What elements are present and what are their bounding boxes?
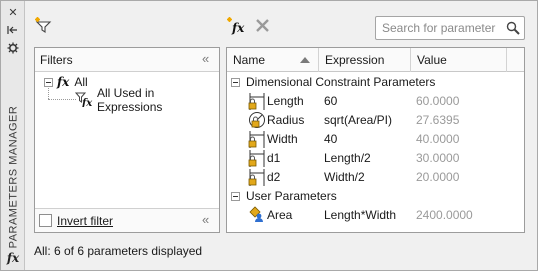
collapse-node-icon[interactable] bbox=[44, 77, 53, 87]
new-user-parameter-icon[interactable]: fx bbox=[226, 16, 246, 36]
parameter-name[interactable]: d2 bbox=[267, 170, 280, 184]
parameter-expression[interactable]: Width/2 bbox=[324, 170, 365, 184]
linear-dimension-lock-icon bbox=[247, 92, 267, 111]
column-header-value[interactable]: Value bbox=[411, 48, 507, 72]
filters-footer: Invert filter « bbox=[35, 208, 219, 232]
parameter-row[interactable]: Length 60 60.0000 bbox=[227, 92, 524, 111]
parameter-row[interactable]: Width 40 40.0000 bbox=[227, 130, 524, 149]
parameter-row[interactable]: d2 Width/2 20.0000 bbox=[227, 168, 524, 187]
filter-fx-icon: fx bbox=[74, 91, 93, 110]
parameter-name[interactable]: Length bbox=[267, 94, 304, 108]
parameter-expression[interactable]: sqrt(Area/PI) bbox=[324, 113, 392, 127]
invert-filter-checkbox[interactable] bbox=[39, 214, 52, 227]
tree-connector bbox=[48, 99, 76, 100]
parameter-row[interactable]: Area Length*Width 2400.0000 bbox=[227, 206, 524, 225]
parameter-expression[interactable]: 40 bbox=[324, 132, 337, 146]
palette-title-strip: ✕ PARAMETERS MANAGER fx bbox=[1, 1, 25, 270]
parameter-value: 60.0000 bbox=[416, 94, 460, 108]
parameter-name[interactable]: d1 bbox=[267, 151, 280, 165]
parameter-expression[interactable]: Length/2 bbox=[324, 151, 371, 165]
svg-text:fx: fx bbox=[81, 98, 93, 107]
filters-title: Filters bbox=[40, 53, 73, 67]
linear-dimension-lock-icon bbox=[247, 130, 267, 149]
filters-header: Filters « bbox=[35, 48, 219, 72]
filter-label: All bbox=[74, 75, 88, 89]
parameter-expression[interactable]: Length*Width bbox=[324, 208, 396, 222]
column-header-expression[interactable]: Expression bbox=[319, 48, 411, 72]
filter-label: All Used in Expressions bbox=[97, 86, 163, 114]
status-text: All: 6 of 6 parameters displayed bbox=[34, 244, 203, 258]
parameter-value: 20.0000 bbox=[416, 170, 460, 184]
invert-filter-label[interactable]: Invert filter bbox=[57, 214, 113, 228]
radial-dimension-lock-icon bbox=[247, 111, 267, 130]
palette-title: PARAMETERS MANAGER bbox=[4, 106, 22, 249]
sort-ascending-icon bbox=[300, 57, 310, 63]
filters-panel: Filters « fx All fx All Used in Expressi… bbox=[34, 47, 220, 233]
parameter-expression[interactable]: 60 bbox=[324, 94, 337, 108]
close-icon[interactable]: ✕ bbox=[5, 5, 21, 19]
collapse-group-icon[interactable] bbox=[231, 77, 240, 87]
fx-icon: fx bbox=[57, 75, 70, 89]
svg-text:fx: fx bbox=[231, 21, 245, 35]
parameter-row[interactable]: d1 Length/2 30.0000 bbox=[227, 149, 524, 168]
grid-header: Name Expression Value bbox=[227, 48, 524, 72]
collapse-group-icon[interactable] bbox=[231, 191, 240, 201]
search-icon[interactable] bbox=[506, 21, 520, 35]
fx-icon: fx bbox=[6, 251, 20, 265]
parameter-name[interactable]: Area bbox=[267, 208, 292, 222]
group-row-user-parameters[interactable]: User Parameters bbox=[227, 187, 524, 205]
delete-icon[interactable] bbox=[253, 16, 273, 36]
auto-hide-icon[interactable] bbox=[5, 23, 21, 37]
parameter-value: 40.0000 bbox=[416, 132, 460, 146]
search-input[interactable] bbox=[380, 19, 500, 37]
linear-dimension-lock-icon bbox=[247, 168, 267, 187]
collapse-filters-icon[interactable]: « bbox=[202, 52, 214, 66]
column-header-name[interactable]: Name bbox=[227, 48, 319, 72]
parameter-value: 30.0000 bbox=[416, 151, 460, 165]
parameter-row[interactable]: Radius sqrt(Area/PI) 27.6395 bbox=[227, 111, 524, 130]
new-filter-icon[interactable] bbox=[34, 16, 54, 36]
collapse-filters-icon[interactable]: « bbox=[202, 213, 214, 227]
group-title: Dimensional Constraint Parameters bbox=[246, 75, 436, 89]
parameter-value: 2400.0000 bbox=[416, 208, 473, 222]
user-parameter-icon bbox=[247, 206, 267, 225]
parameter-name[interactable]: Radius bbox=[267, 113, 304, 127]
linear-dimension-lock-icon bbox=[247, 149, 267, 168]
parameter-name[interactable]: Width bbox=[267, 132, 298, 146]
filter-tree-item-used-in-expressions[interactable]: fx All Used in Expressions bbox=[74, 86, 219, 114]
filter-tree-item-all[interactable]: fx All bbox=[44, 73, 88, 91]
search-box[interactable] bbox=[375, 16, 525, 40]
parameter-value: 27.6395 bbox=[416, 113, 460, 127]
group-row-dimensional[interactable]: Dimensional Constraint Parameters bbox=[227, 73, 524, 91]
palette-title-text: PARAMETERS MANAGER bbox=[7, 105, 19, 249]
parameters-manager-palette: ✕ PARAMETERS MANAGER fx fx Search for pa… bbox=[0, 0, 538, 271]
group-title: User Parameters bbox=[246, 189, 337, 203]
properties-gear-icon[interactable] bbox=[5, 41, 21, 55]
parameters-grid: Name Expression Value Dimensional Constr… bbox=[226, 47, 525, 233]
